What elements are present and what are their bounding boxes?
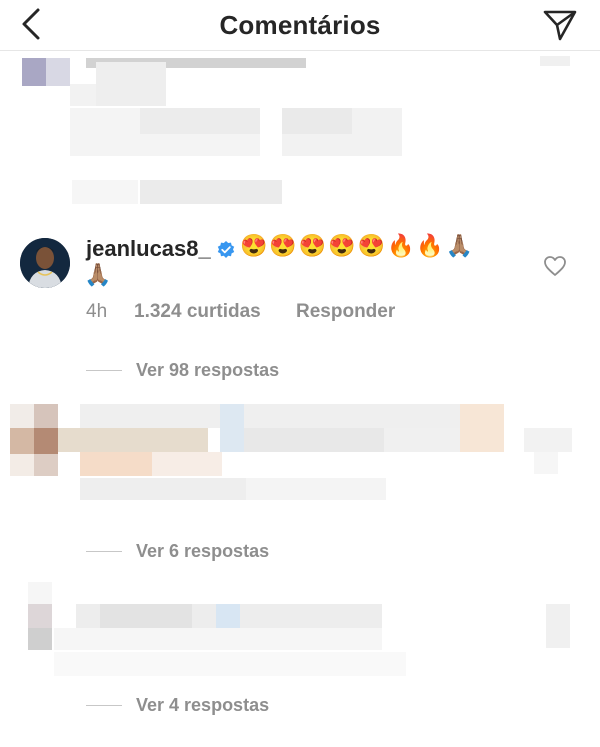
- comment-text-continued: 🙏🏽: [84, 262, 112, 287]
- view-replies-label: Ver 98 respostas: [136, 360, 280, 380]
- replies-divider: [86, 370, 122, 371]
- view-replies-button[interactable]: Ver 4 respostas: [86, 692, 316, 720]
- view-replies-button[interactable]: Ver 98 respostas: [86, 357, 316, 385]
- replies-divider: [86, 705, 122, 706]
- view-replies-label: Ver 4 respostas: [136, 695, 270, 715]
- header: Comentários: [0, 0, 600, 51]
- comment-text: 😍😍😍😍😍🔥🔥🙏🏽: [240, 233, 476, 258]
- heart-outline-icon[interactable]: [543, 255, 567, 277]
- comment-username[interactable]: jeanlucas8_: [86, 236, 211, 262]
- page-title: Comentários: [219, 10, 381, 40]
- replies-divider: [86, 551, 122, 552]
- paper-plane-icon[interactable]: [542, 7, 578, 43]
- avatar-image: [20, 238, 70, 288]
- avatar[interactable]: [20, 238, 70, 288]
- comment-likes[interactable]: 1.324 curtidas: [134, 301, 261, 323]
- view-replies-label: Ver 6 respostas: [136, 541, 270, 561]
- reply-button[interactable]: Responder: [296, 301, 395, 323]
- verified-badge-icon: [217, 241, 235, 258]
- view-replies-button[interactable]: Ver 6 respostas: [86, 538, 316, 566]
- comment-time: 4h: [86, 301, 108, 322]
